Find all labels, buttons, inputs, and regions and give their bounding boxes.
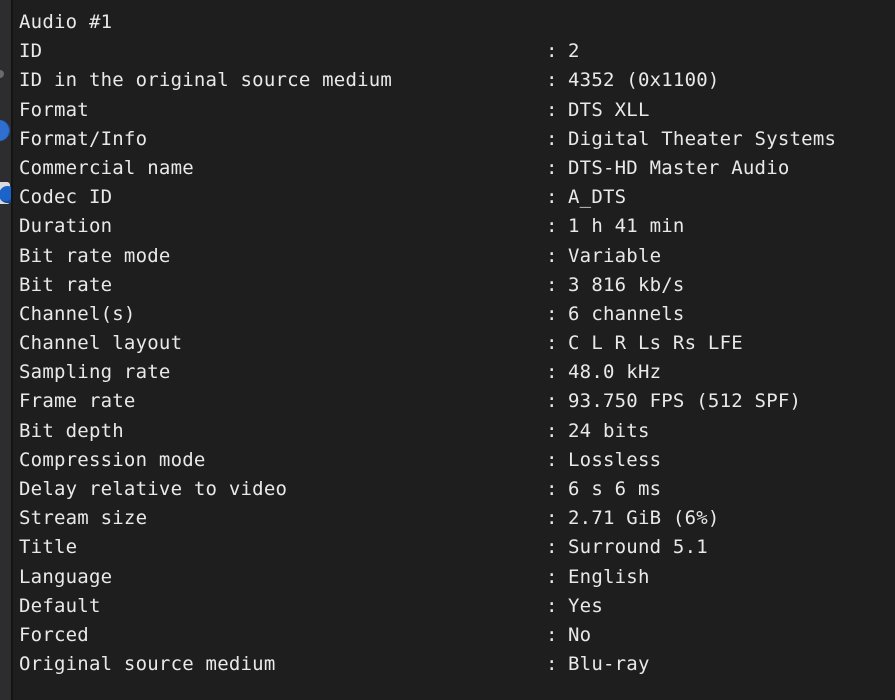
info-row-value: 48.0 kHz: [568, 358, 661, 387]
info-row-value: 1 h 41 min: [568, 212, 685, 241]
info-row-label: Title: [19, 533, 546, 562]
info-row-label: Channel(s): [19, 300, 546, 329]
app-icon-blue-circle[interactable]: [0, 120, 10, 141]
info-row-value: 24 bits: [568, 417, 650, 446]
info-row-label: ID: [19, 37, 546, 66]
info-row-separator: :: [546, 417, 568, 446]
info-row-value: DTS XLL: [568, 96, 650, 125]
info-row-separator: :: [546, 242, 568, 271]
info-row-label: Frame rate: [19, 387, 546, 416]
info-row: Delay relative to video:6 s 6 ms: [19, 475, 895, 504]
info-row-separator: :: [546, 387, 568, 416]
info-row: Codec ID:A_DTS: [19, 183, 895, 212]
info-row: Title:Surround 5.1: [19, 533, 895, 562]
info-row-value: A_DTS: [568, 183, 626, 212]
info-row-label: Delay relative to video: [19, 475, 546, 504]
info-row: Sampling rate:48.0 kHz: [19, 358, 895, 387]
dock-strip[interactable]: [0, 0, 11, 700]
info-row: Default:Yes: [19, 592, 895, 621]
info-row-label: Channel layout: [19, 329, 546, 358]
info-row-label: Commercial name: [19, 154, 546, 183]
info-row-separator: :: [546, 154, 568, 183]
info-row-value: 2.71 GiB (6%): [568, 504, 720, 533]
app-icon-firefox[interactable]: [0, 182, 10, 204]
audio-track-info-pane[interactable]: Audio #1ID:2ID in the original source me…: [13, 0, 895, 700]
info-row-separator: :: [546, 621, 568, 650]
info-row-separator: :: [546, 96, 568, 125]
info-row-label: Default: [19, 592, 546, 621]
info-row-value: Variable: [568, 242, 661, 271]
info-row-separator: :: [546, 533, 568, 562]
info-row-label: ID in the original source medium: [19, 66, 546, 95]
info-row-value: 4352 (0x1100): [568, 66, 720, 95]
status-dot-icon: [0, 70, 4, 78]
info-row: Channel(s):6 channels: [19, 300, 895, 329]
info-row-value: 6 s 6 ms: [568, 475, 661, 504]
info-row-label: Bit rate mode: [19, 242, 546, 271]
report-body: Audio #1ID:2ID in the original source me…: [19, 8, 895, 679]
info-row-separator: :: [546, 446, 568, 475]
info-row: Bit rate mode:Variable: [19, 242, 895, 271]
info-row-separator: :: [546, 563, 568, 592]
info-row: ID in the original source medium:4352 (0…: [19, 66, 895, 95]
info-row-separator: :: [546, 37, 568, 66]
section-heading-label: Audio #1: [19, 8, 112, 37]
info-row-value: No: [568, 621, 591, 650]
info-row-value: Blu-ray: [568, 650, 650, 679]
info-row-label: Stream size: [19, 504, 546, 533]
info-row: Commercial name:DTS-HD Master Audio: [19, 154, 895, 183]
info-row: Stream size:2.71 GiB (6%): [19, 504, 895, 533]
info-row-label: Bit rate: [19, 271, 546, 300]
info-row-value: C L R Ls Rs LFE: [568, 329, 743, 358]
info-row: ID:2: [19, 37, 895, 66]
info-row-separator: :: [546, 212, 568, 241]
info-row-label: Language: [19, 563, 546, 592]
info-row-value: 2: [568, 37, 580, 66]
info-row: Duration:1 h 41 min: [19, 212, 895, 241]
info-row-label: Codec ID: [19, 183, 546, 212]
info-row-value: Surround 5.1: [568, 533, 708, 562]
info-row-separator: :: [546, 183, 568, 212]
info-row-separator: :: [546, 650, 568, 679]
info-row-separator: :: [546, 475, 568, 504]
info-row-value: Lossless: [568, 446, 661, 475]
firefox-globe-icon: [0, 186, 11, 203]
info-row-value: Yes: [568, 592, 603, 621]
info-row: Original source medium:Blu-ray: [19, 650, 895, 679]
info-row-separator: :: [546, 66, 568, 95]
info-row-separator: :: [546, 358, 568, 387]
info-row-separator: :: [546, 329, 568, 358]
info-row: Frame rate:93.750 FPS (512 SPF): [19, 387, 895, 416]
info-row-separator: :: [546, 592, 568, 621]
info-row-value: 3 816 kb/s: [568, 271, 685, 300]
section-heading-audio: Audio #1: [19, 8, 895, 37]
info-row: Channel layout:C L R Ls Rs LFE: [19, 329, 895, 358]
info-row: Bit rate:3 816 kb/s: [19, 271, 895, 300]
info-row: Bit depth:24 bits: [19, 417, 895, 446]
info-row-value: 6 channels: [568, 300, 685, 329]
info-row: Format:DTS XLL: [19, 96, 895, 125]
info-row-separator: :: [546, 125, 568, 154]
info-row-value: DTS-HD Master Audio: [568, 154, 790, 183]
info-row: Format/Info:Digital Theater Systems: [19, 125, 895, 154]
info-row-label: Compression mode: [19, 446, 546, 475]
info-row-label: Original source medium: [19, 650, 546, 679]
info-row-label: Format: [19, 96, 546, 125]
info-row: Compression mode:Lossless: [19, 446, 895, 475]
info-row: Language:English: [19, 563, 895, 592]
info-row-label: Sampling rate: [19, 358, 546, 387]
info-row-separator: :: [546, 300, 568, 329]
info-row: Forced:No: [19, 621, 895, 650]
info-row-separator: :: [546, 271, 568, 300]
info-row-separator: :: [546, 504, 568, 533]
info-row-value: English: [568, 563, 650, 592]
info-row-label: Forced: [19, 621, 546, 650]
info-row-label: Duration: [19, 212, 546, 241]
info-row-value: Digital Theater Systems: [568, 125, 836, 154]
media-info-window: Audio #1ID:2ID in the original source me…: [0, 0, 895, 700]
info-row-label: Bit depth: [19, 417, 546, 446]
info-row-label: Format/Info: [19, 125, 546, 154]
info-row-value: 93.750 FPS (512 SPF): [568, 387, 801, 416]
